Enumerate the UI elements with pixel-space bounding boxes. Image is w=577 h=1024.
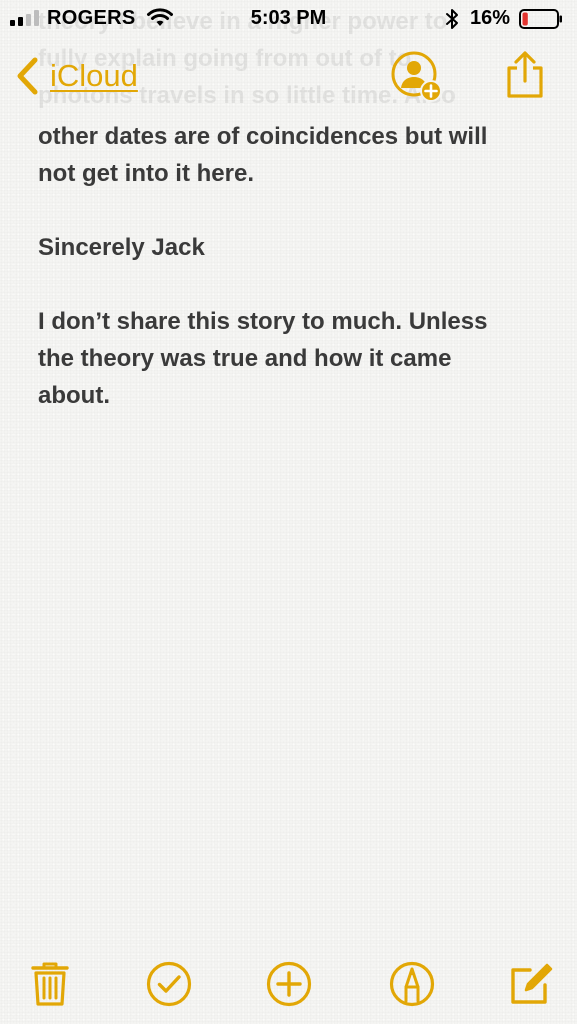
navigation-bar: iCloud bbox=[0, 40, 577, 116]
battery-icon bbox=[519, 9, 562, 29]
status-bar: ROGERS 5:03 PM 16% bbox=[0, 0, 577, 38]
markup-pen-icon bbox=[389, 961, 435, 1007]
battery-percentage: 16% bbox=[470, 7, 511, 29]
add-button[interactable] bbox=[265, 960, 313, 1008]
back-button-label: iCloud bbox=[50, 58, 138, 93]
checkmark-circle-icon bbox=[146, 961, 192, 1007]
bluetooth-icon bbox=[446, 9, 458, 29]
note-paragraph-2[interactable]: Sincerely Jack bbox=[38, 229, 543, 266]
delete-button[interactable] bbox=[26, 960, 74, 1008]
note-body[interactable]: theory I believe in a higher power to fu… bbox=[38, 0, 543, 940]
back-button[interactable]: iCloud bbox=[14, 52, 138, 100]
share-icon[interactable] bbox=[503, 50, 547, 100]
bottom-toolbar bbox=[0, 940, 577, 1024]
note-paragraph-1[interactable]: other dates are of coincidences but will… bbox=[38, 118, 543, 192]
add-people-icon[interactable] bbox=[390, 50, 444, 104]
plus-circle-icon bbox=[266, 961, 312, 1007]
markup-button[interactable] bbox=[388, 960, 436, 1008]
compose-icon bbox=[511, 963, 553, 1004]
chevron-left-icon bbox=[17, 57, 38, 95]
trash-icon bbox=[31, 962, 69, 1006]
note-paragraph-3[interactable]: I don’t share this story to much. Unless… bbox=[38, 303, 543, 414]
compose-button[interactable] bbox=[506, 960, 554, 1008]
checklist-button[interactable] bbox=[145, 960, 193, 1008]
